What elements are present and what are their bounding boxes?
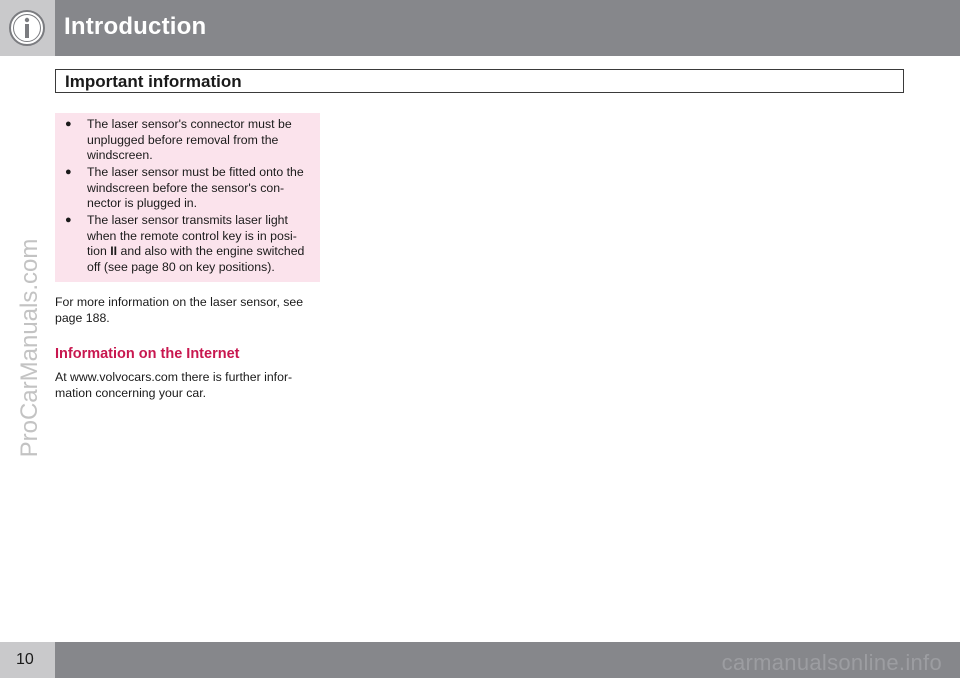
left-watermark: ProCarManuals.com [2,228,57,468]
chapter-title: Introduction [64,13,207,40]
page-number: 10 [16,651,34,668]
section-title: Important information [65,72,242,91]
header-tab [0,0,55,56]
bottom-watermark: carmanualsonline.info [721,650,942,675]
note-item-text: The laser sensor transmits laser light wh… [87,213,305,274]
section-heading-box: Important information [55,69,904,93]
bullet-icon: ● [65,166,72,178]
subheading: Information on the Internet [55,346,240,362]
note-box: ● The laser sensor's connector must be un… [55,113,320,282]
info-icon [9,10,45,46]
bullet-icon: ● [65,118,72,130]
note-item-text: The laser sensor must be fitted onto the… [87,165,304,210]
left-watermark-text: ProCarManuals.com [15,238,43,458]
note-item-text: The laser sensor's connector must be unpl… [87,117,292,162]
body-paragraph: For more information on the laser sensor… [55,295,304,325]
footer-bar: carmanualsonline.info [55,642,960,678]
footer-tab: 10 [0,642,55,678]
bullet-icon: ● [65,214,72,226]
body-paragraph: At www.volvocars.com there is further in… [55,370,293,400]
